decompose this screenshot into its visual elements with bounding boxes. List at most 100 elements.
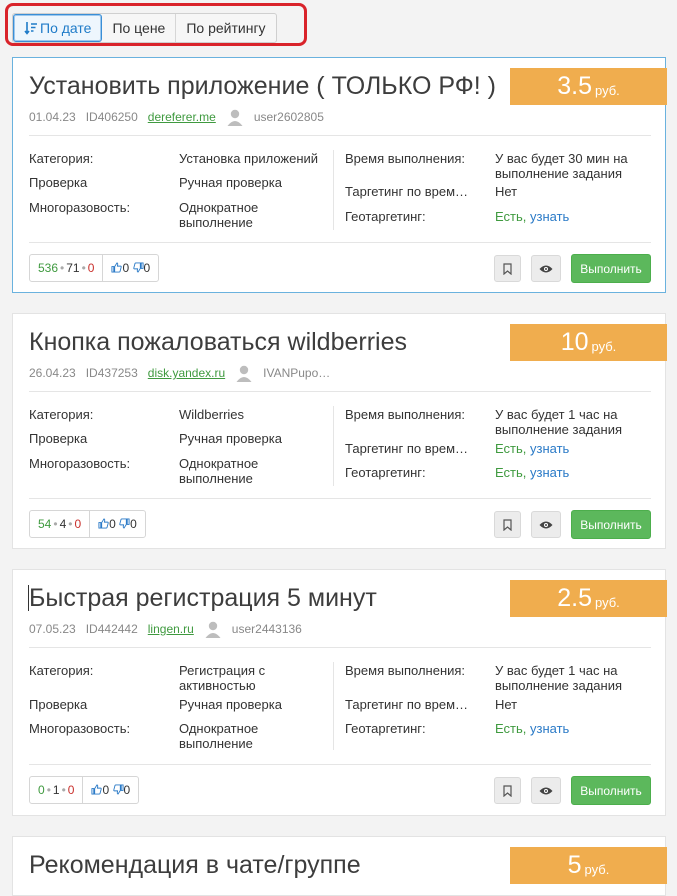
bookmark-button[interactable] — [494, 255, 521, 282]
reusable-label: Многоразовость: — [29, 200, 131, 215]
task-id: ID442442 — [85, 622, 138, 636]
stat-pending: 71 — [66, 261, 80, 275]
bookmark-icon — [503, 784, 512, 797]
geo-yes: Есть, — [495, 465, 527, 480]
sort-by-date-button[interactable]: По дате — [13, 14, 103, 42]
completion-stats: 536 • 71 • 0 — [30, 255, 104, 281]
task-date: 07.05.23 — [29, 622, 76, 636]
completion-stats: 0 • 1 • 0 — [30, 777, 84, 803]
geo-learn-link[interactable]: узнать — [530, 721, 569, 736]
bookmark-button[interactable] — [494, 511, 521, 538]
price-badge: 2.5 руб. — [510, 580, 667, 617]
geo-value: Есть, узнать — [495, 721, 569, 736]
rating-stats: 0 0 — [83, 777, 138, 803]
price-badge: 5 руб. — [510, 847, 667, 884]
divider — [29, 242, 651, 243]
reusable-label: Многоразовость: — [29, 721, 131, 736]
preview-button[interactable] — [531, 255, 561, 282]
reusable-value: Однократное выполнение — [179, 456, 259, 486]
stat-approved: 54 — [38, 517, 52, 531]
thumbs-up-icon — [91, 784, 103, 795]
stat-pending: 4 — [59, 517, 67, 531]
price-value: 2.5 — [557, 584, 592, 612]
execute-button[interactable]: Выполнить — [571, 510, 651, 539]
execute-button[interactable]: Выполнить — [571, 254, 651, 283]
check-value: Ручная проверка — [179, 175, 282, 190]
task-card: Рекомендация в чате/группе 5 руб. — [12, 836, 667, 896]
time-value: У вас будет 30 мин на выполнение задания — [495, 151, 628, 181]
likes-count: 0 — [102, 783, 110, 797]
category-label: Категория: — [29, 407, 94, 422]
column-divider — [333, 406, 334, 486]
sort-by-rating-button[interactable]: По рейтингу — [176, 14, 275, 42]
task-domain-link[interactable]: disk.yandex.ru — [148, 366, 225, 380]
stat-rejected: 0 — [67, 783, 75, 797]
stat-rejected: 0 — [74, 517, 82, 531]
time-targeting-label: Таргетинг по врем… — [345, 697, 469, 712]
task-author[interactable]: user2602805 — [254, 110, 324, 124]
geo-learn-link[interactable]: узнать — [530, 465, 569, 480]
currency-label: руб. — [591, 339, 617, 354]
task-author[interactable]: user2443136 — [232, 622, 302, 636]
rating-stats: 0 0 — [90, 511, 145, 537]
stat-approved: 0 — [38, 783, 45, 797]
time-targeting-yes: Есть, — [495, 441, 527, 456]
time-label: Время выполнения: — [345, 151, 466, 166]
task-title[interactable]: Кнопка пожаловаться wildberries — [29, 328, 407, 357]
dislikes-count: 0 — [143, 261, 151, 275]
task-title[interactable]: Быстрая регистрация 5 минут — [29, 584, 377, 613]
geo-value: Есть, узнать — [495, 465, 569, 480]
task-card: Кнопка пожаловаться wildberries 10 руб. 2… — [12, 313, 667, 549]
eye-icon — [539, 265, 553, 272]
time-targeting-value: Нет — [495, 184, 518, 199]
stat-pending: 1 — [52, 783, 60, 797]
execute-button[interactable]: Выполнить — [571, 776, 651, 805]
task-meta: 07.05.23 ID442442 lingen.ru user2443136 — [29, 620, 312, 638]
dislikes-count: 0 — [123, 783, 131, 797]
task-meta: 26.04.23 ID437253 disk.yandex.ru IVANPup… — [29, 364, 340, 382]
geo-label: Геотаргетинг: — [345, 209, 426, 224]
reusable-label: Многоразовость: — [29, 456, 131, 471]
time-targeting-value: Нет — [495, 697, 518, 712]
divider — [29, 764, 651, 765]
geo-label: Геотаргетинг: — [345, 465, 426, 480]
task-domain-link[interactable]: dereferer.me — [148, 110, 216, 124]
bookmark-button[interactable] — [494, 777, 521, 804]
category-label: Категория: — [29, 151, 94, 166]
preview-button[interactable] — [531, 777, 561, 804]
thumbs-down-icon — [112, 784, 124, 795]
task-id: ID437253 — [85, 366, 138, 380]
currency-label: руб. — [594, 595, 620, 610]
price-value: 3.5 — [557, 72, 592, 100]
time-value: У вас будет 1 час на выполнение задания — [495, 663, 622, 693]
time-targeting-label: Таргетинг по врем… — [345, 441, 469, 456]
geo-value: Есть, узнать — [495, 209, 569, 224]
task-title[interactable]: Установить приложение ( ТОЛЬКО РФ! ) — [29, 72, 496, 101]
geo-label: Геотаргетинг: — [345, 721, 426, 736]
sort-by-date-label: По дате — [40, 20, 92, 36]
task-date: 26.04.23 — [29, 366, 76, 380]
task-domain-link[interactable]: lingen.ru — [148, 622, 194, 636]
task-meta: 01.04.23 ID406250 dereferer.me user26028… — [29, 108, 334, 126]
task-title[interactable]: Рекомендация в чате/группе — [29, 851, 361, 880]
bookmark-icon — [503, 262, 512, 275]
check-value: Ручная проверка — [179, 697, 282, 712]
task-author[interactable]: IVANPupo… — [263, 366, 330, 380]
user-avatar-icon — [227, 109, 243, 126]
price-badge: 10 руб. — [510, 324, 667, 361]
sort-descending-icon — [24, 22, 37, 35]
category-label: Категория: — [29, 663, 94, 678]
sort-by-price-button[interactable]: По цене — [102, 14, 177, 42]
check-label: Проверка — [29, 697, 88, 712]
task-stats: 536 • 71 • 0 0 0 — [29, 254, 160, 282]
thumbs-up-icon — [98, 518, 109, 529]
check-value: Ручная проверка — [179, 431, 282, 446]
time-targeting-learn-link[interactable]: узнать — [530, 441, 569, 456]
preview-button[interactable] — [531, 511, 561, 538]
user-avatar-icon — [236, 365, 252, 382]
check-label: Проверка — [29, 175, 88, 190]
thumbs-up-icon — [111, 262, 123, 273]
task-stats: 0 • 1 • 0 0 0 — [29, 776, 140, 804]
time-label: Время выполнения: — [345, 663, 466, 678]
geo-learn-link[interactable]: узнать — [530, 209, 569, 224]
